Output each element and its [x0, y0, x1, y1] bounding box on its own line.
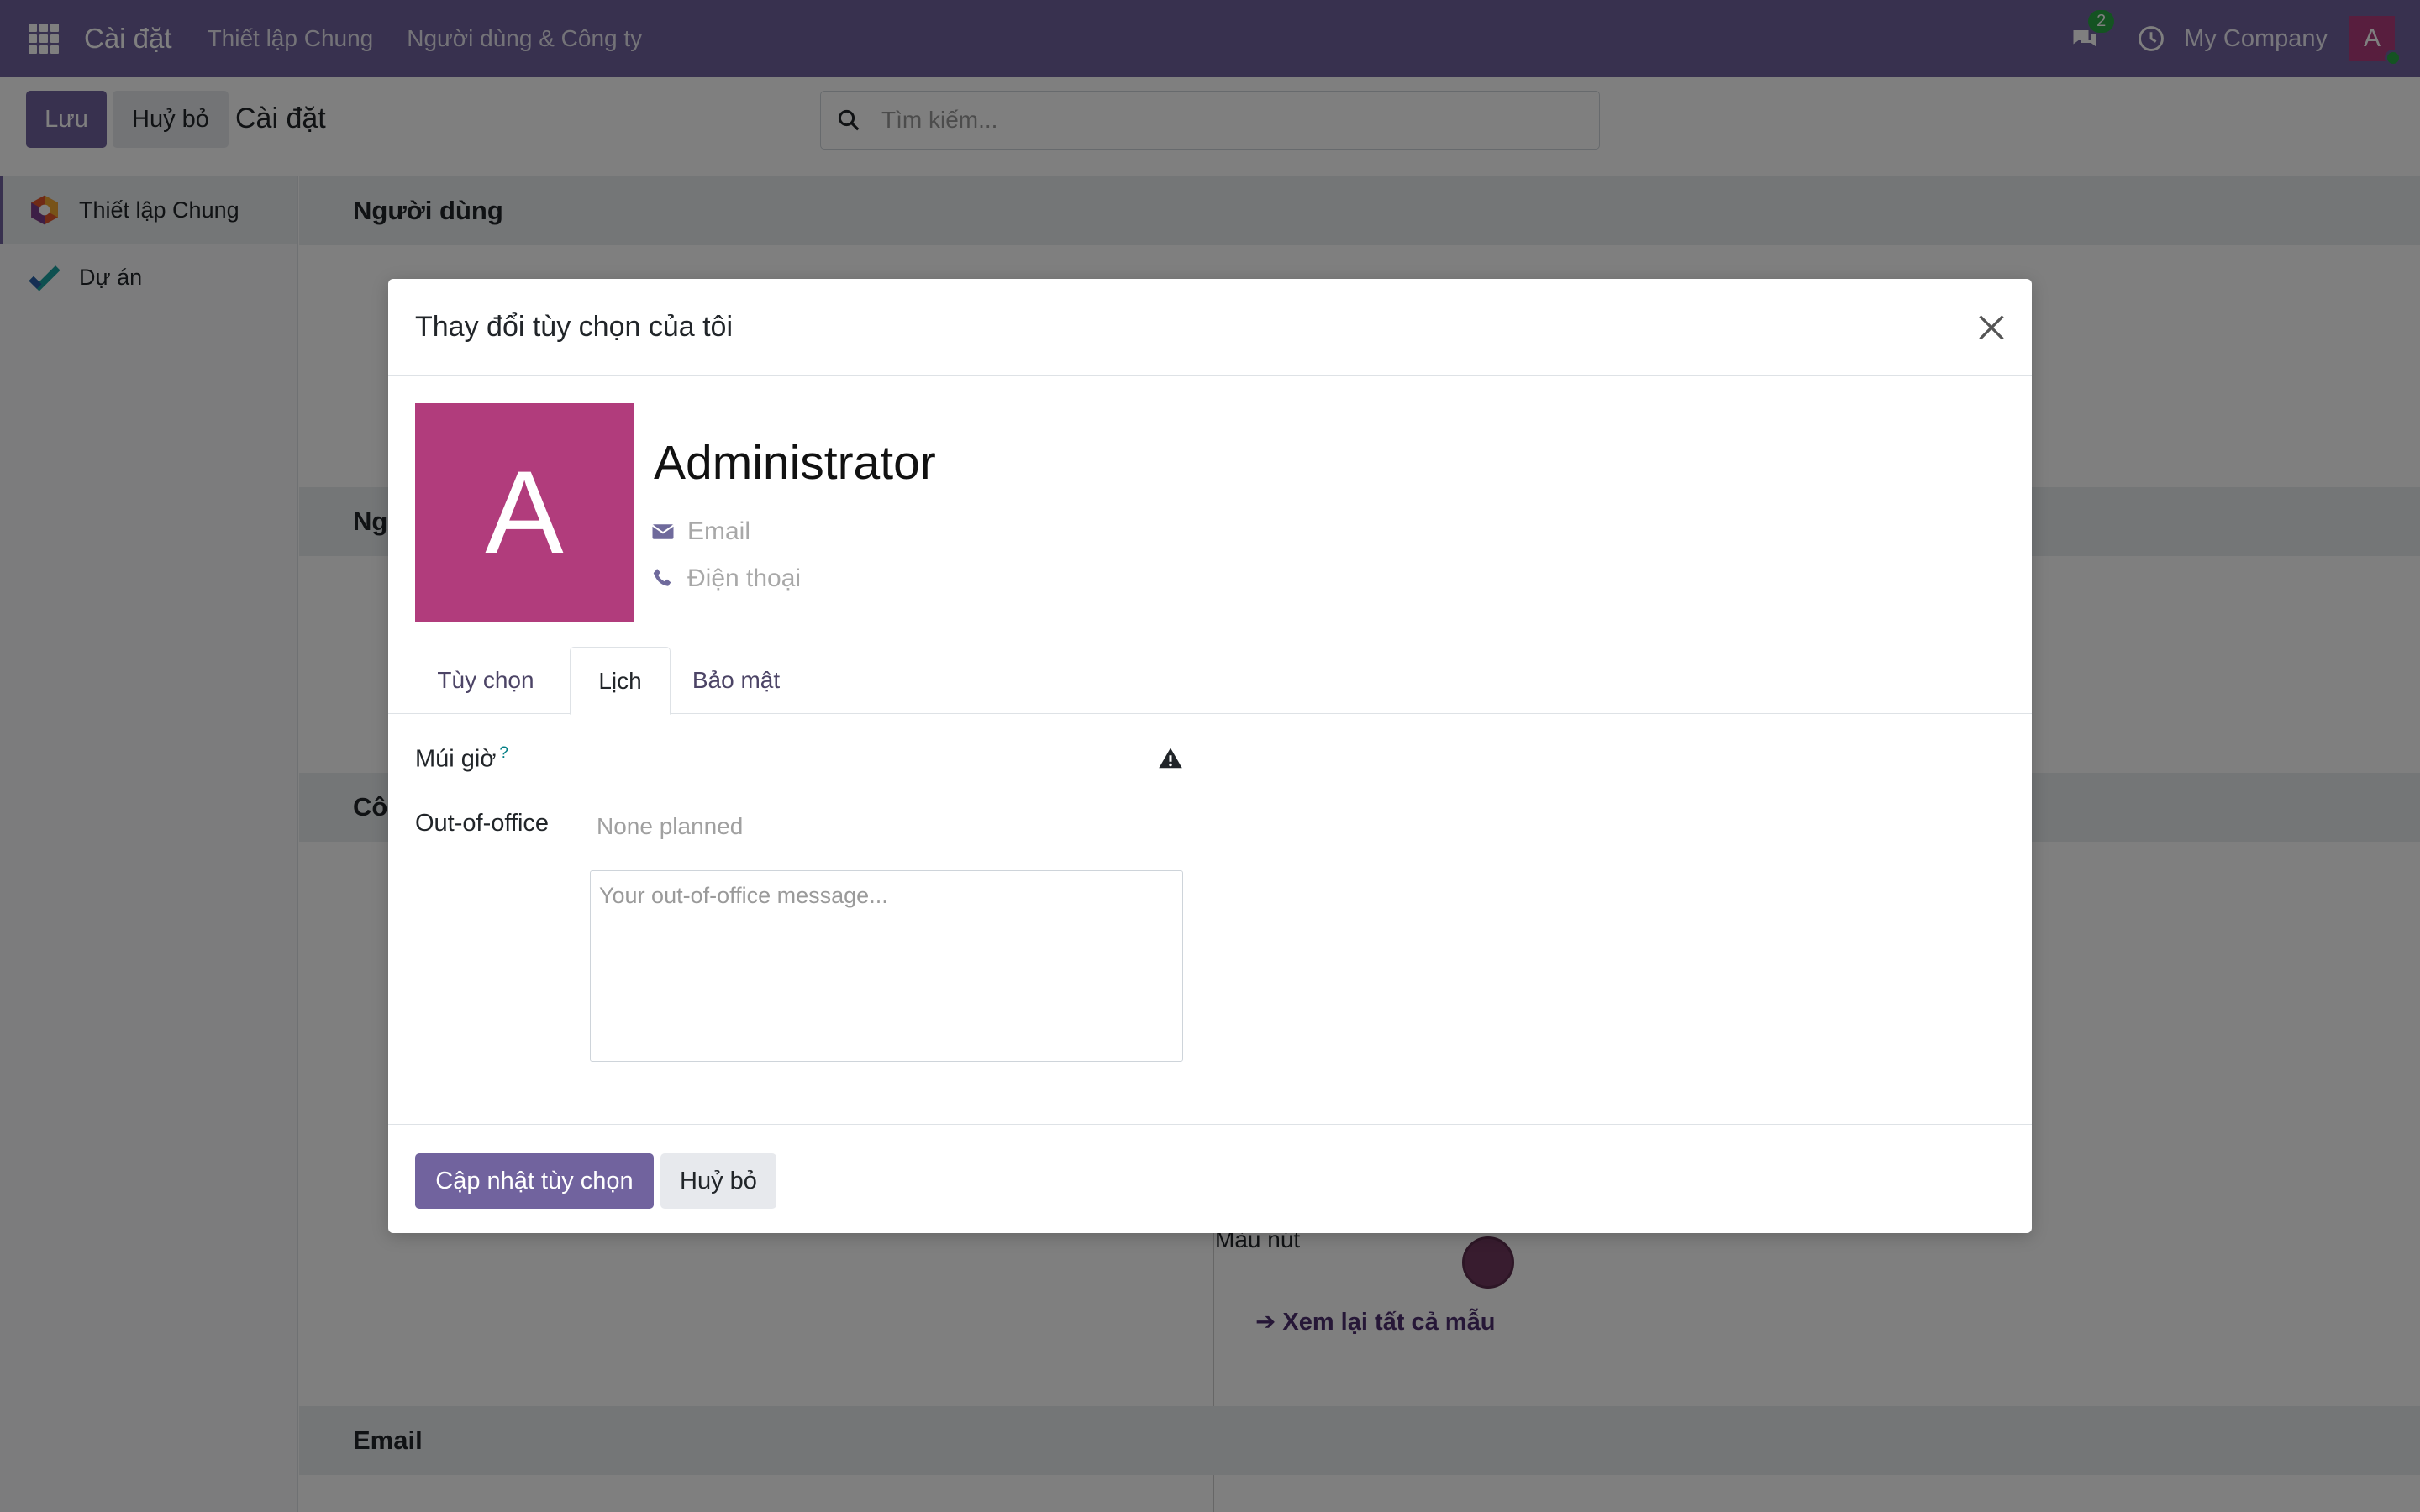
cancel-button[interactable]: Huỷ bỏ: [660, 1153, 776, 1209]
ooo-dates[interactable]: None planned: [597, 813, 743, 840]
profile-avatar[interactable]: A: [415, 403, 634, 622]
timezone-help-icon[interactable]: ?: [499, 744, 508, 762]
tab-calendar[interactable]: Lịch: [570, 647, 671, 715]
dialog-tabs: Tùy chọn Lịch Bảo mật: [388, 647, 2032, 715]
profile-avatar-letter: A: [485, 446, 564, 578]
email-row[interactable]: Email: [650, 517, 750, 546]
phone-placeholder: Điện thoại: [687, 564, 802, 592]
envelope-icon: [651, 524, 675, 539]
ooo-message-input[interactable]: [590, 870, 1183, 1062]
preferences-dialog: Thay đổi tùy chọn của tôi A Administrato…: [388, 279, 2032, 1233]
tab-preferences[interactable]: Tùy chọn: [415, 647, 556, 714]
email-placeholder: Email: [687, 517, 751, 545]
dialog-footer: Cập nhật tùy chọn Huỷ bỏ: [388, 1124, 2032, 1233]
update-preferences-button[interactable]: Cập nhật tùy chọn: [415, 1153, 654, 1209]
dialog-title: Thay đổi tùy chọn của tôi: [415, 311, 734, 343]
phone-row[interactable]: Điện thoại: [650, 564, 801, 593]
timezone-label-text: Múi giờ: [415, 745, 497, 773]
ooo-label: Out-of-office: [415, 810, 550, 837]
tab-security[interactable]: Bảo mật: [671, 647, 802, 714]
dialog-header: Thay đổi tùy chọn của tôi: [388, 279, 2032, 376]
close-icon[interactable]: [1976, 312, 2007, 343]
timezone-label: Múi giờ?: [415, 744, 508, 774]
warning-icon[interactable]: [1157, 746, 1184, 771]
phone-icon: [653, 569, 671, 586]
user-name: Administrator: [654, 436, 936, 490]
profile-photo[interactable]: A: [415, 403, 634, 622]
